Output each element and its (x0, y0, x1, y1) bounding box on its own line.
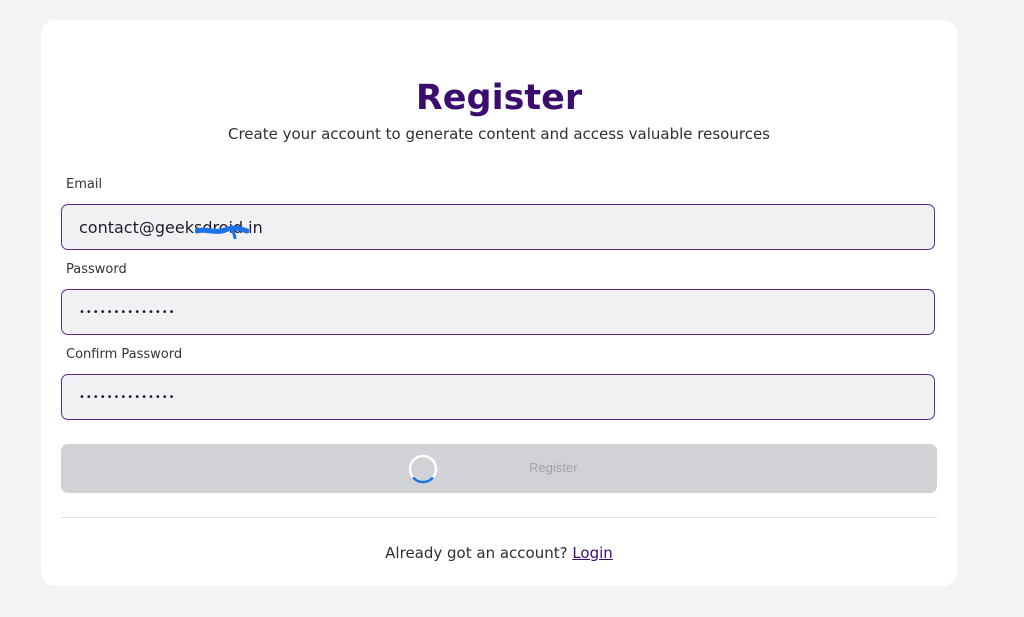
divider (61, 517, 937, 518)
page-subtitle: Create your account to generate content … (228, 125, 770, 143)
loading-spinner-icon (408, 454, 438, 484)
register-button[interactable]: Register (61, 444, 937, 493)
password-field[interactable] (61, 289, 935, 335)
email-field[interactable] (61, 204, 935, 250)
password-label: Password (66, 262, 127, 277)
register-card: Register Create your account to generate… (41, 20, 957, 586)
login-prompt: Already got an account? Login (41, 543, 957, 563)
login-link[interactable]: Login (572, 544, 612, 562)
register-button-label: Register (529, 460, 578, 475)
confirm-password-label: Confirm Password (66, 347, 183, 362)
confirm-password-field[interactable] (61, 374, 935, 420)
email-label: Email (66, 177, 103, 192)
login-prompt-text: Already got an account? (385, 544, 568, 562)
page-title: Register (415, 78, 583, 118)
